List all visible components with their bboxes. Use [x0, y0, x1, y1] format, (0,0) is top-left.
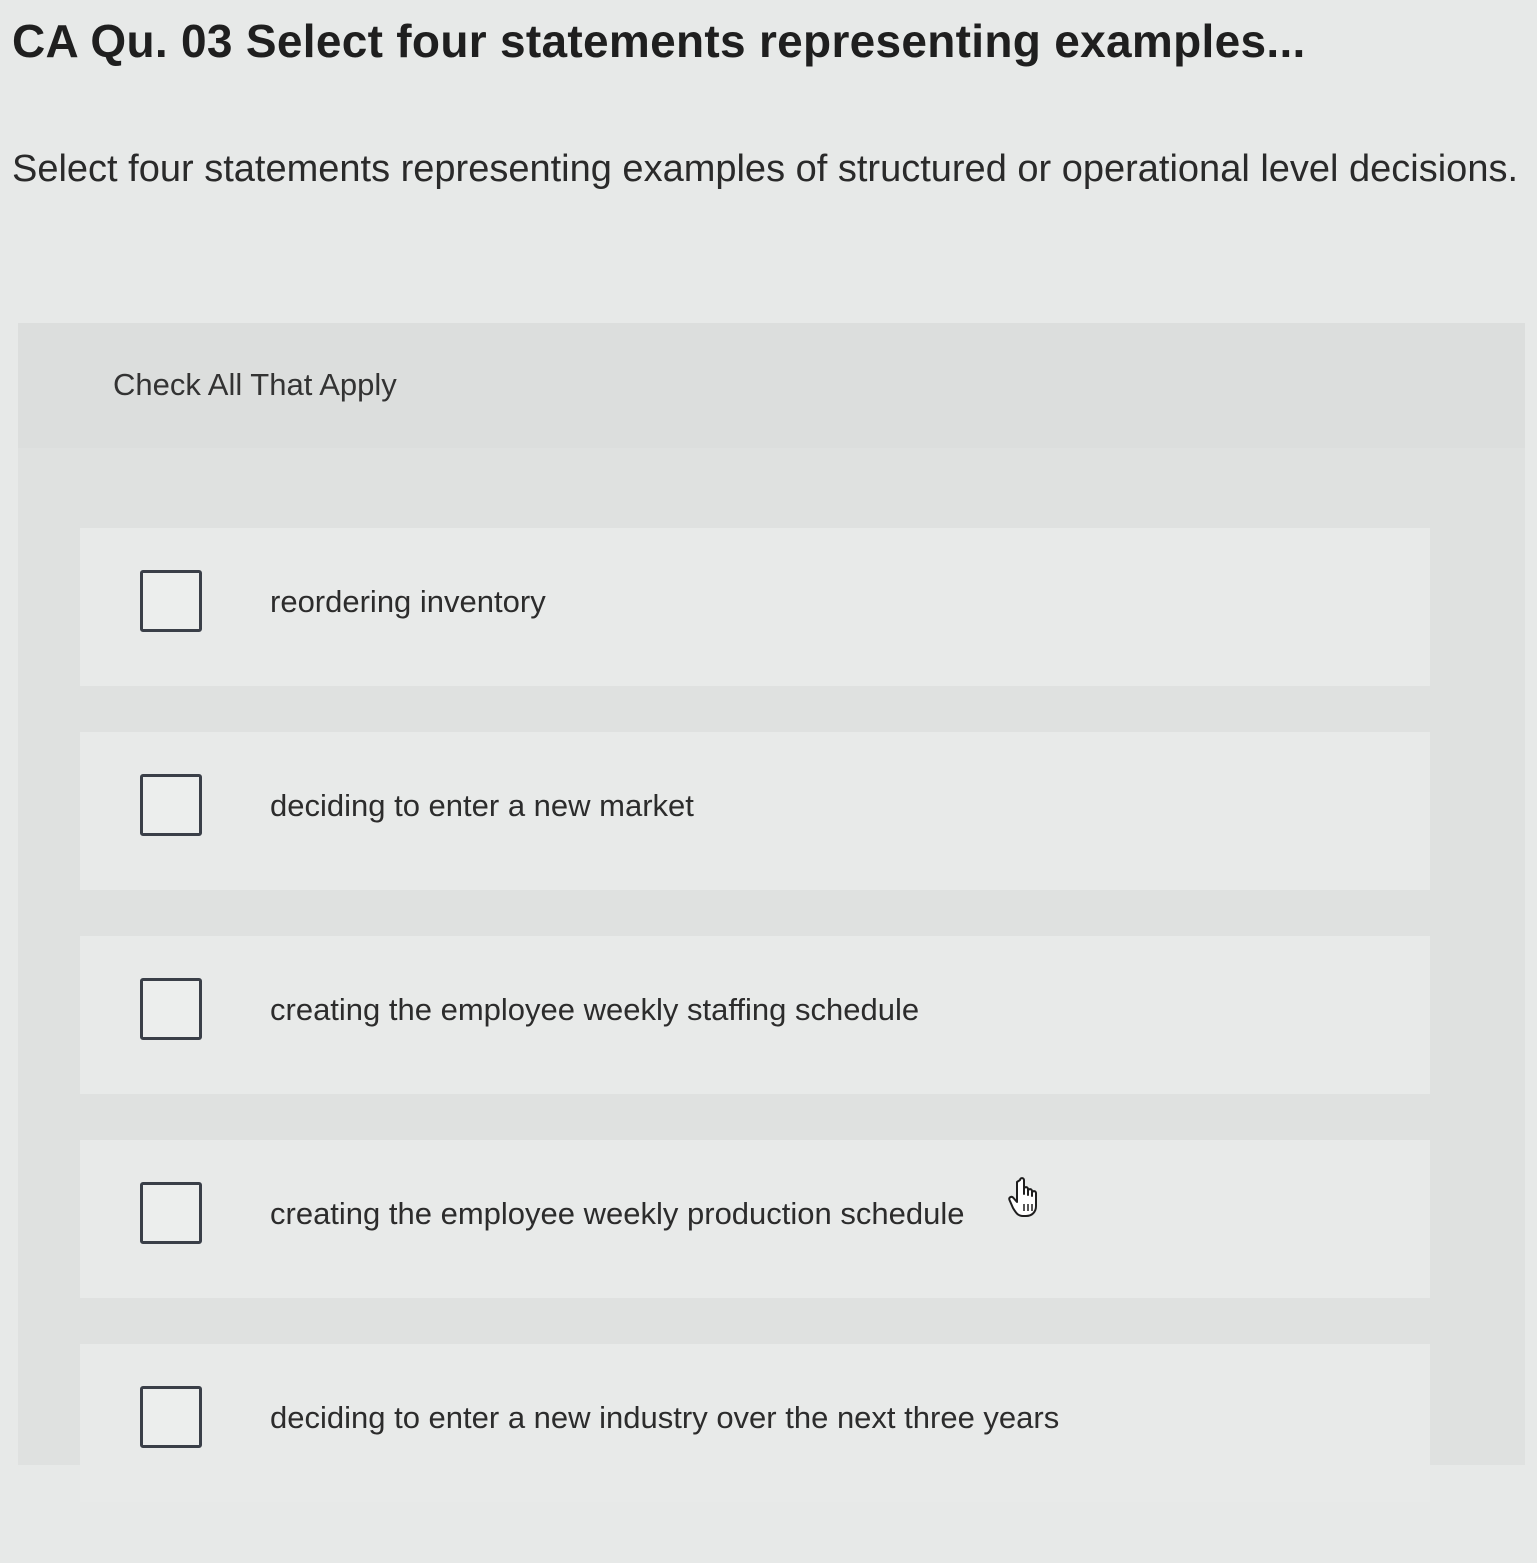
option-label: deciding to enter a new industry over th…: [270, 1400, 1060, 1435]
option-checkbox[interactable]: [140, 1386, 202, 1448]
option-checkbox[interactable]: [140, 774, 202, 836]
option-label: deciding to enter a new market: [270, 788, 694, 823]
hand-pointer-icon: [1008, 1177, 1037, 1217]
option-label: creating the employee weekly staffing sc…: [270, 992, 920, 1027]
option-row[interactable]: creating the employee weekly production …: [80, 1140, 1430, 1298]
option-checkbox[interactable]: [140, 1182, 202, 1244]
question-prompt: Select four statements representing exam…: [12, 148, 1519, 190]
option-row[interactable]: deciding to enter a new market: [80, 732, 1430, 890]
answer-panel: Check All That Apply reordering inventor…: [18, 323, 1525, 1502]
page-title: CA Qu. 03 Select four statements represe…: [12, 15, 1306, 67]
option-checkbox[interactable]: [140, 978, 202, 1040]
options-list: reordering inventory deciding to enter a…: [80, 528, 1430, 1548]
option-row[interactable]: reordering inventory: [80, 528, 1430, 686]
option-checkbox[interactable]: [140, 570, 202, 632]
option-row[interactable]: deciding to enter a new industry over th…: [80, 1344, 1430, 1502]
option-label: creating the employee weekly production …: [270, 1196, 965, 1231]
check-all-instruction: Check All That Apply: [113, 367, 397, 402]
option-label: reordering inventory: [270, 584, 546, 619]
panel-header: Check All That Apply: [18, 323, 1525, 448]
option-row[interactable]: creating the employee weekly staffing sc…: [80, 936, 1430, 1094]
